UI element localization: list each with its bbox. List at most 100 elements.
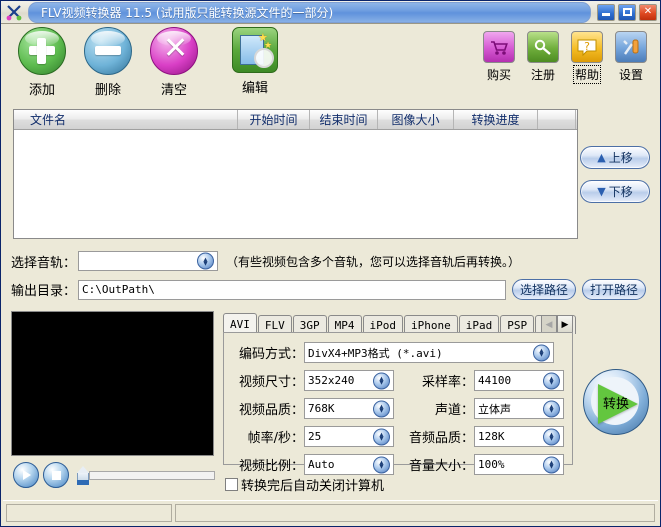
maximize-button[interactable]: [618, 4, 636, 21]
column-header-endtime[interactable]: 结束时间: [310, 110, 378, 129]
move-up-button[interactable]: ▲ 上移: [580, 146, 650, 169]
thumb-tip: [77, 466, 89, 473]
video-quality-row: 视频品质： 768K ▲▼: [232, 398, 394, 419]
audio-quality-combo[interactable]: 128K ▲▼: [474, 426, 564, 447]
title-capsule[interactable]: FLV视频转换器 11.5 (试用版只能转换源文件的一部分): [28, 2, 591, 23]
video-quality-combo[interactable]: 768K ▲▼: [304, 398, 394, 419]
convert-button[interactable]: 转换: [583, 369, 649, 435]
question-mark-icon: ?: [571, 31, 603, 63]
register-button[interactable]: 注册: [524, 31, 562, 83]
sample-rate-value: 44100: [478, 374, 511, 387]
column-header-extra[interactable]: [538, 110, 576, 129]
svg-text:?: ?: [584, 40, 590, 53]
close-button[interactable]: ✕: [639, 4, 657, 21]
tools-icon: [615, 31, 647, 63]
chevron-double-up-icon: ▲: [597, 152, 605, 163]
spinner-icon[interactable]: ▲▼: [373, 456, 390, 473]
framerate-combo[interactable]: 25 ▲▼: [304, 426, 394, 447]
status-pane-right: [175, 504, 655, 522]
x-glyph: ✕: [163, 34, 188, 64]
shutdown-checkbox[interactable]: 转换完后自动关闭计算机: [225, 475, 384, 494]
spinner-icon[interactable]: ▲▼: [543, 456, 560, 473]
help-button[interactable]: ? 帮助: [568, 31, 606, 83]
toolbar-right-group: 购买 注册 ? 帮助: [480, 31, 650, 83]
audio-track-label: 选择音轨：: [11, 252, 76, 271]
file-list[interactable]: 文件名 开始时间 结束时间 图像大小 转换进度: [13, 109, 578, 239]
audio-track-combo[interactable]: ▲▼: [78, 251, 218, 271]
spinner-icon[interactable]: ▲▼: [533, 344, 550, 361]
video-size-row: 视频尺寸： 352x240 ▲▼: [232, 370, 394, 391]
window-title: FLV视频转换器 11.5 (试用版只能转换源文件的一部分): [29, 4, 333, 21]
window-controls: ✕: [597, 4, 657, 21]
open-path-button[interactable]: 打开路径: [582, 279, 646, 300]
aspect-ratio-value: Auto: [308, 458, 335, 471]
volume-label: 音量大小：: [408, 455, 474, 474]
shutdown-checkbox-box[interactable]: [225, 478, 238, 491]
video-size-value: 352x240: [308, 374, 354, 387]
thumb-foot: [77, 480, 89, 485]
preview-controls: [13, 462, 217, 488]
aspect-ratio-combo[interactable]: Auto ▲▼: [304, 454, 394, 475]
move-up-label: 上移: [609, 149, 633, 166]
stop-icon: [52, 471, 61, 480]
move-down-button[interactable]: ▼ 下移: [580, 180, 650, 203]
delete-button[interactable]: 删除: [75, 27, 141, 98]
column-header-progress[interactable]: 转换进度: [454, 110, 538, 129]
preview-slider[interactable]: [77, 466, 217, 484]
spinner-icon[interactable]: ▲▼: [373, 428, 390, 445]
clear-button[interactable]: ✕ 清空: [141, 27, 207, 98]
maximize-icon: [623, 8, 632, 16]
move-buttons-group: ▲ 上移 ▼ 下移: [580, 146, 650, 203]
volume-row: 音量大小： 100% ▲▼: [408, 454, 564, 475]
encoder-combo[interactable]: DivX4+MP3格式 (*.avi) ▲▼: [304, 342, 554, 363]
spinner-icon[interactable]: ▲▼: [373, 400, 390, 417]
tab-avi[interactable]: AVI: [223, 313, 257, 334]
shutdown-checkbox-label: 转换完后自动关闭计算机: [241, 475, 384, 494]
preview-stop-button[interactable]: [43, 462, 69, 488]
shopping-cart-icon: [483, 31, 515, 63]
select-path-button[interactable]: 选择路径: [512, 279, 576, 300]
edit-button[interactable]: ★ ★ 编辑: [222, 27, 288, 98]
file-list-header: 文件名 开始时间 结束时间 图像大小 转换进度: [14, 110, 577, 130]
volume-combo[interactable]: 100% ▲▼: [474, 454, 564, 475]
video-preview[interactable]: [11, 311, 214, 456]
spinner-icon[interactable]: ▲▼: [543, 372, 560, 389]
buy-button[interactable]: 购买: [480, 31, 518, 83]
column-header-filename[interactable]: 文件名: [14, 110, 238, 129]
status-bar: [3, 500, 658, 524]
preview-slider-thumb[interactable]: [77, 466, 89, 485]
add-button[interactable]: 添加: [9, 27, 75, 98]
video-size-combo[interactable]: 352x240 ▲▼: [304, 370, 394, 391]
magnifier-icon: [254, 48, 274, 68]
thumb-body: [77, 473, 89, 480]
spinner-icon[interactable]: ▲▼: [543, 428, 560, 445]
video-quality-label: 视频品质：: [232, 399, 304, 418]
output-dir-input[interactable]: C:\OutPath\: [78, 280, 506, 300]
spinner-icon[interactable]: ▲▼: [373, 372, 390, 389]
sample-rate-row: 采样率： 44100 ▲▼: [408, 370, 564, 391]
settings-button[interactable]: 设置: [612, 31, 650, 83]
chevron-double-down-icon: ▼: [597, 186, 605, 197]
edit-button-label: 编辑: [242, 77, 268, 96]
status-pane-left: [6, 504, 172, 522]
channels-combo[interactable]: 立体声 ▲▼: [474, 398, 564, 419]
move-down-label: 下移: [609, 183, 633, 200]
select-path-label: 选择路径: [520, 281, 568, 298]
minimize-button[interactable]: [597, 4, 615, 21]
audio-quality-label: 音频品质：: [408, 427, 474, 446]
output-dir-value: C:\OutPath\: [82, 283, 155, 296]
minus-bar: [95, 46, 121, 55]
spinner-icon[interactable]: ▲▼: [543, 400, 560, 417]
encoder-row: 编码方式： DivX4+MP3格式 (*.avi) ▲▼: [232, 342, 554, 363]
spinner-icon[interactable]: ▲▼: [197, 253, 214, 270]
audio-track-hint: （有些视频包含多个音轨，您可以选择音轨后再转换。）: [226, 253, 520, 270]
preview-slider-track[interactable]: [89, 471, 215, 480]
column-header-imagesize[interactable]: 图像大小: [378, 110, 454, 129]
close-icon: ✕: [644, 7, 652, 17]
column-header-starttime[interactable]: 开始时间: [238, 110, 310, 129]
format-tabstrip: AVI FLV 3GP MP4 iPod iPhone iPad PSP Zun…: [223, 312, 573, 334]
sample-rate-combo[interactable]: 44100 ▲▼: [474, 370, 564, 391]
preview-play-button[interactable]: [13, 462, 39, 488]
help-button-label: 帮助: [574, 66, 600, 83]
clear-button-label: 清空: [161, 79, 187, 98]
